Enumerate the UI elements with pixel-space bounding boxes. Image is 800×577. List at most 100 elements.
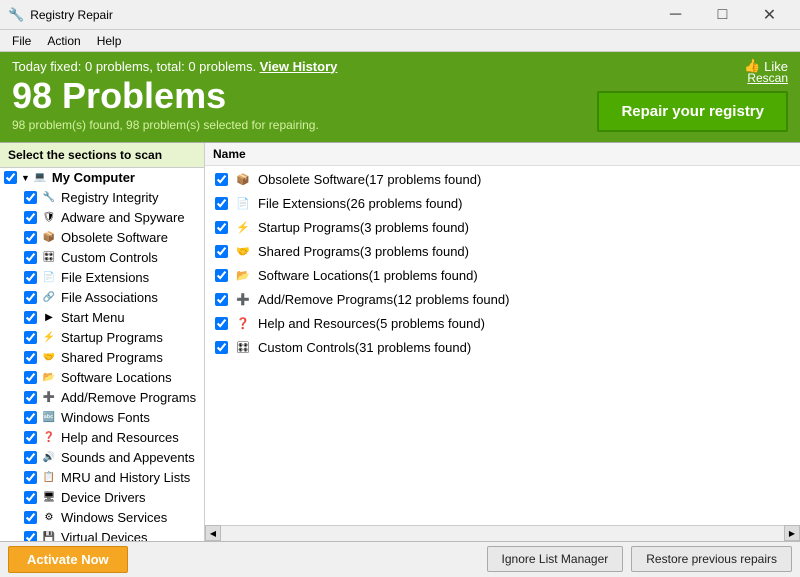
tree-item[interactable]: 📦Obsolete Software (0, 228, 204, 248)
tree-item[interactable]: ⚙Windows Services (0, 508, 204, 528)
horizontal-scrollbar[interactable]: ◀ ▶ (205, 525, 800, 541)
tree-item-checkbox[interactable] (24, 371, 37, 384)
right-item-label: Help and Resources(5 problems found) (258, 316, 485, 331)
tree-item-icon: 🤝 (41, 350, 57, 366)
right-item-icon: ❓ (234, 315, 252, 333)
right-panel-header: Name (205, 143, 800, 166)
right-item-label: Obsolete Software(17 problems found) (258, 172, 481, 187)
tree-item-checkbox[interactable] (24, 271, 37, 284)
tree-item[interactable]: 🔊Sounds and Appevents (0, 448, 204, 468)
tree-item-label: Adware and Spyware (61, 210, 185, 225)
right-list-item[interactable]: ❓ Help and Resources(5 problems found) (205, 312, 800, 336)
tree-item[interactable]: 🎛Custom Controls (0, 248, 204, 268)
restore-button[interactable]: Restore previous repairs (631, 546, 792, 572)
right-item-checkbox[interactable] (215, 221, 228, 234)
maximize-button[interactable]: □ (700, 0, 745, 30)
header: Today fixed: 0 problems, total: 0 proble… (0, 52, 800, 142)
tree-item[interactable]: ▶Start Menu (0, 308, 204, 328)
right-list: 📦Obsolete Software(17 problems found)📄Fi… (205, 166, 800, 525)
tree-item-icon: 🔧 (41, 190, 57, 206)
tree-item-checkbox[interactable] (24, 231, 37, 244)
tree-item[interactable]: ▼💻My Computer (0, 168, 204, 188)
tree-item[interactable]: 🤝Shared Programs (0, 348, 204, 368)
right-list-item[interactable]: 🤝Shared Programs(3 problems found) (205, 240, 800, 264)
right-item-checkbox[interactable] (215, 293, 228, 306)
tree-item-checkbox[interactable] (4, 171, 17, 184)
tree-item-checkbox[interactable] (24, 191, 37, 204)
tree-item[interactable]: 💾Virtual Devices (0, 528, 204, 541)
tree-item[interactable]: 📂Software Locations (0, 368, 204, 388)
right-list-item[interactable]: 🎛Custom Controls(31 problems found) (205, 336, 800, 360)
right-item-checkbox[interactable] (215, 341, 228, 354)
tree-item[interactable]: 🛡Adware and Spyware (0, 208, 204, 228)
tree-item-checkbox[interactable] (24, 471, 37, 484)
minimize-button[interactable]: ─ (653, 0, 698, 30)
tree-item[interactable]: 🔗File Associations (0, 288, 204, 308)
scroll-right-arrow[interactable]: ▶ (784, 525, 800, 541)
hscroll-track[interactable] (221, 526, 784, 541)
tree-item-icon: ❓ (41, 430, 57, 446)
right-item-checkbox[interactable] (215, 173, 228, 186)
left-panel-header: Select the sections to scan (0, 143, 204, 168)
tree-item-checkbox[interactable] (24, 391, 37, 404)
right-item-checkbox[interactable] (215, 197, 228, 210)
tree-item-icon: 📂 (41, 370, 57, 386)
tree-item-checkbox[interactable] (24, 311, 37, 324)
tree-item-icon: ⚡ (41, 330, 57, 346)
right-list-item[interactable]: 📦Obsolete Software(17 problems found) (205, 168, 800, 192)
right-list-item[interactable]: 📂Software Locations(1 problems found) (205, 264, 800, 288)
tree-item-checkbox[interactable] (24, 331, 37, 344)
tree-container[interactable]: ▼💻My Computer🔧Registry Integrity🛡Adware … (0, 168, 204, 541)
tree-item-checkbox[interactable] (24, 411, 37, 424)
tree-item-icon: 🖥 (41, 490, 57, 506)
rescan-link[interactable]: Rescan (747, 71, 788, 85)
tree-item-checkbox[interactable] (24, 511, 37, 524)
right-item-checkbox[interactable] (215, 245, 228, 258)
tree-item-icon: 💻 (32, 170, 48, 186)
tree-item-checkbox[interactable] (24, 291, 37, 304)
tree-item-label: Device Drivers (61, 490, 146, 505)
tree-item[interactable]: ⚡ Startup Programs (0, 328, 204, 348)
tree-item[interactable]: ➕Add/Remove Programs (0, 388, 204, 408)
tree-item-checkbox[interactable] (24, 451, 37, 464)
tree-item[interactable]: ❓ Help and Resources (0, 428, 204, 448)
close-button[interactable]: ✕ (747, 0, 792, 30)
right-item-icon: 🎛 (234, 339, 252, 357)
tree-item-checkbox[interactable] (24, 211, 37, 224)
repair-button[interactable]: Repair your registry (597, 91, 788, 132)
tree-item[interactable]: 🔤Windows Fonts (0, 408, 204, 428)
tree-item[interactable]: 📋MRU and History Lists (0, 468, 204, 488)
menu-file[interactable]: File (4, 32, 39, 50)
right-list-item[interactable]: 📄File Extensions(26 problems found) (205, 192, 800, 216)
bottom-bar: Activate Now Ignore List Manager Restore… (0, 541, 800, 577)
tree-item-checkbox[interactable] (24, 431, 37, 444)
tree-item[interactable]: 🔧Registry Integrity (0, 188, 204, 208)
tree-item-label: Help and Resources (61, 430, 179, 445)
view-history-link[interactable]: View History (260, 59, 338, 74)
titlebar-title: Registry Repair (30, 8, 653, 22)
right-item-checkbox[interactable] (215, 269, 228, 282)
scroll-left-arrow[interactable]: ◀ (205, 525, 221, 541)
right-item-checkbox[interactable] (215, 317, 228, 330)
tree-item-label: File Associations (61, 290, 158, 305)
tree-item-checkbox[interactable] (24, 491, 37, 504)
tree-item-checkbox[interactable] (24, 531, 37, 541)
menu-help[interactable]: Help (89, 32, 130, 50)
main-content: Select the sections to scan ▼💻My Compute… (0, 142, 800, 541)
right-list-item[interactable]: ⚡Startup Programs(3 problems found) (205, 216, 800, 240)
tree-item-label: File Extensions (61, 270, 149, 285)
tree-item-checkbox[interactable] (24, 251, 37, 264)
tree-item-label: Startup Programs (61, 330, 163, 345)
menu-action[interactable]: Action (39, 32, 88, 50)
tree-item[interactable]: 📄 File Extensions (0, 268, 204, 288)
header-today-text: Today fixed: 0 problems, total: 0 proble… (12, 59, 337, 74)
tree-item-checkbox[interactable] (24, 351, 37, 364)
menubar: File Action Help (0, 30, 800, 52)
ignore-list-button[interactable]: Ignore List Manager (487, 546, 624, 572)
right-item-label: Software Locations(1 problems found) (258, 268, 478, 283)
tree-item-icon: 📄 (41, 270, 57, 286)
activate-button[interactable]: Activate Now (8, 546, 128, 573)
tree-item[interactable]: 🖥 Device Drivers (0, 488, 204, 508)
tree-item-label: Add/Remove Programs (61, 390, 196, 405)
right-list-item[interactable]: ➕Add/Remove Programs(12 problems found) (205, 288, 800, 312)
